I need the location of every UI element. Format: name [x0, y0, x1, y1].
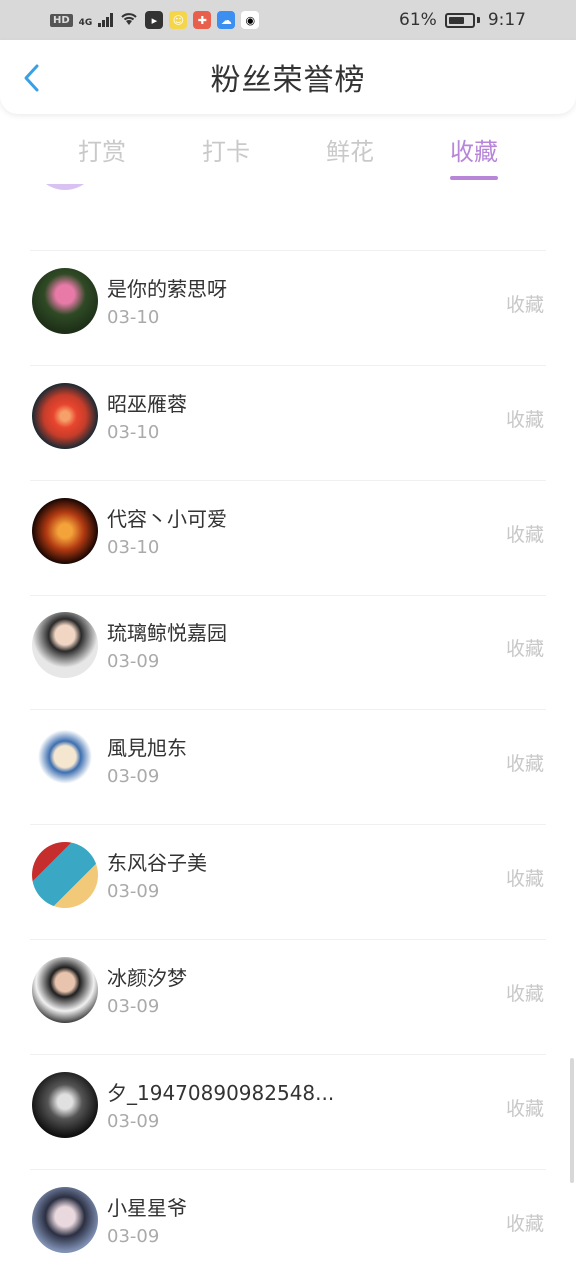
- collect-label: 收藏: [505, 1098, 544, 1120]
- collect-label: 收藏: [505, 524, 544, 546]
- item-date: 03-09: [107, 651, 160, 672]
- chat-bubble-icon: [32, 184, 98, 190]
- chevron-left-icon: [24, 64, 39, 92]
- avatar: [32, 184, 98, 190]
- item-name: 夕_19470890982548...: [107, 1081, 335, 1105]
- item-name: 小星星爷: [107, 1196, 187, 1220]
- avatar: [32, 268, 98, 334]
- item-date: 03-10: [107, 537, 160, 558]
- app-notification-icon: ✚: [193, 11, 212, 29]
- item-date: 03-09: [107, 766, 160, 787]
- avatar: [32, 1072, 98, 1138]
- status-right: 61% 9:17: [399, 10, 526, 30]
- cloud-icon: ☁: [217, 11, 236, 29]
- tab-flowers[interactable]: 鲜花: [300, 124, 400, 184]
- item-name: 代容丶小可爱: [107, 507, 227, 531]
- list-item[interactable]: 东风谷子美 03-09 收藏: [0, 825, 576, 940]
- wifi-icon: [119, 10, 139, 31]
- list-item[interactable]: 琉璃鲸悦嘉园 03-09 收藏: [0, 595, 576, 710]
- collect-label: 收藏: [505, 1213, 544, 1235]
- item-name: 風見旭东: [107, 736, 187, 760]
- item-date: 03-09: [107, 996, 160, 1017]
- item-name: 琉璃鲸悦嘉园: [107, 621, 227, 645]
- list-item[interactable]: 是你的萦思呀 03-10 收藏: [0, 251, 576, 366]
- tab-collect[interactable]: 收藏: [424, 124, 524, 184]
- qq-icon: ◉: [241, 11, 260, 29]
- list-item[interactable]: 風見旭东 03-09 收藏: [0, 710, 576, 825]
- avatar: [32, 957, 98, 1023]
- status-bar: HD 4G ▸ ☺ ✚ ☁ ◉ 61% 9:17: [0, 0, 576, 40]
- status-left: HD 4G ▸ ☺ ✚ ☁ ◉: [50, 10, 260, 31]
- tab-bar: 打赏 打卡 鲜花 收藏: [0, 124, 576, 184]
- collect-label: 收藏: [505, 409, 544, 431]
- list-item[interactable]: 冰颜汐梦 03-09 收藏: [0, 940, 576, 1055]
- app-notification-icon: ▸: [145, 11, 164, 29]
- item-name: 冰颜汐梦: [107, 966, 187, 990]
- avatar: [32, 842, 98, 908]
- item-name: 东风谷子美: [107, 851, 207, 875]
- list-item[interactable]: 代容丶小可爱 03-10 收藏: [0, 481, 576, 596]
- item-date: 03-09: [107, 1226, 160, 1247]
- header: 粉丝荣誉榜: [0, 40, 576, 114]
- avatar: [32, 727, 98, 793]
- list-item[interactable]: 小星星爷 03-09 收藏: [0, 1170, 576, 1280]
- item-date: 03-09: [107, 881, 160, 902]
- battery-cap: [476, 17, 480, 23]
- avatar: [32, 1187, 98, 1253]
- item-date: 03-10: [107, 422, 160, 443]
- tab-tip[interactable]: 打赏: [52, 124, 152, 184]
- hd-indicator: HD: [50, 13, 73, 27]
- list-item[interactable]: 昭巫雁蓉 03-10 收藏: [0, 366, 576, 481]
- app-notification-icon: ☺: [169, 11, 188, 29]
- back-button[interactable]: [16, 62, 48, 94]
- battery-icon: [444, 12, 475, 28]
- clock: 9:17: [487, 10, 526, 30]
- avatar: [32, 612, 98, 678]
- list-item[interactable]: 03-10: [0, 184, 576, 251]
- collect-label: 收藏: [505, 294, 544, 316]
- avatar: [32, 383, 98, 449]
- collect-label: 收藏: [505, 983, 544, 1005]
- signal-icon: [98, 13, 114, 27]
- item-name: 是你的萦思呀: [107, 277, 227, 301]
- list-item[interactable]: 夕_19470890982548... 03-09 收藏: [0, 1055, 576, 1170]
- fan-list: 03-10 是你的萦思呀 03-10 收藏 昭巫雁蓉 03-10 收藏 代容丶小…: [0, 184, 576, 1280]
- item-date: 03-10: [107, 307, 160, 328]
- page-title: 粉丝荣誉榜: [210, 63, 366, 98]
- collect-label: 收藏: [505, 638, 544, 660]
- scrollbar[interactable]: [570, 1058, 574, 1183]
- item-name: 昭巫雁蓉: [107, 392, 187, 416]
- tab-checkin[interactable]: 打卡: [176, 124, 276, 184]
- network-type: 4G: [78, 17, 93, 28]
- avatar: [32, 498, 98, 564]
- battery-percent: 61%: [399, 10, 437, 30]
- item-date: 03-09: [107, 1111, 160, 1132]
- collect-label: 收藏: [505, 753, 544, 775]
- collect-label: 收藏: [505, 868, 544, 890]
